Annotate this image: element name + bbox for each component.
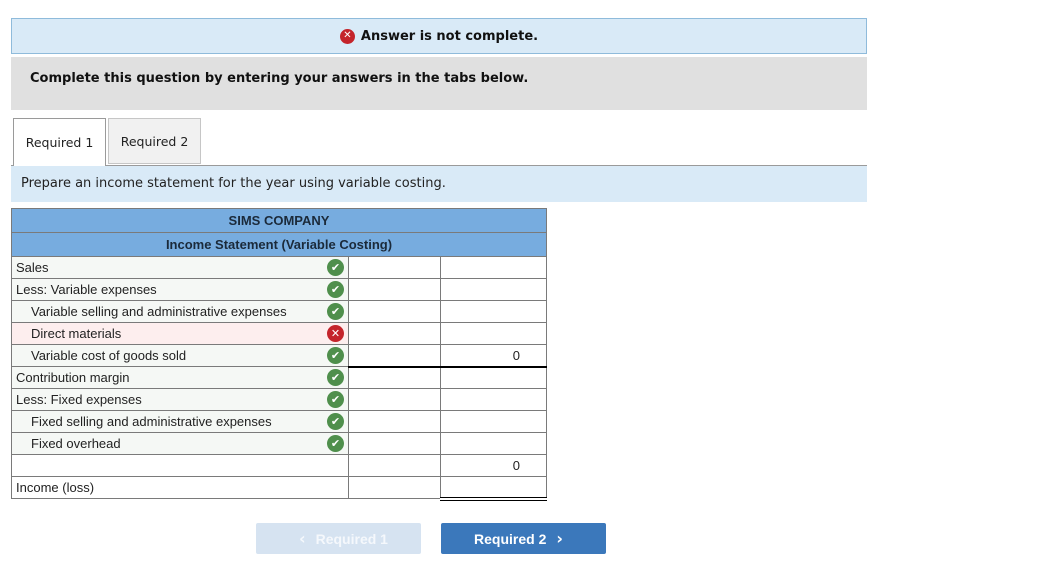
amount-input-col1[interactable] [348, 256, 441, 279]
row-label: Less: Fixed expenses [16, 392, 142, 407]
answer-status-banner: ✕ Answer is not complete. [11, 18, 867, 54]
row-label: Variable selling and administrative expe… [31, 304, 287, 319]
statement-row: 0 [11, 454, 547, 477]
statement-row: Less: Fixed expenses ✔ [11, 388, 547, 411]
check-circle-icon: ✔ [327, 281, 344, 298]
instructions-text: Complete this question by entering your … [30, 71, 529, 86]
row-label: Income (loss) [16, 480, 95, 495]
amount-input-col2[interactable]: 0 [440, 454, 547, 477]
amount-input-col2[interactable] [440, 410, 547, 433]
statement-title: Income Statement (Variable Costing) [11, 232, 547, 257]
statement-row: Income (loss) [11, 476, 547, 501]
x-circle-icon: ✕ [327, 325, 344, 342]
next-button-label: Required 2 [474, 530, 547, 547]
statement-row: Fixed overhead ✔ [11, 432, 547, 455]
amount-input-col1[interactable] [348, 410, 441, 433]
answer-status-text: Answer is not complete. [360, 28, 539, 44]
next-required-2-button[interactable]: Required 2 › [441, 523, 606, 554]
check-circle-icon: ✔ [327, 369, 344, 386]
income-statement-table: SIMS COMPANY Income Statement (Variable … [11, 208, 547, 501]
previous-button-label: Required 1 [315, 530, 388, 547]
check-circle-icon: ✔ [327, 391, 344, 408]
amount-input-col1[interactable] [348, 366, 441, 389]
row-label-cell[interactable] [11, 454, 349, 477]
row-label-cell[interactable]: Income (loss) [11, 476, 349, 499]
amount-input-col1[interactable] [348, 300, 441, 323]
amount-input-col2[interactable] [440, 256, 547, 279]
x-circle-icon: ✕ [339, 28, 355, 44]
row-label: Fixed overhead [31, 436, 121, 451]
amount-input-col2[interactable] [440, 476, 547, 501]
instructions-panel: Complete this question by entering your … [11, 57, 867, 110]
row-label: Sales [16, 260, 49, 275]
statement-row: Variable cost of goods sold ✔ 0 [11, 344, 547, 368]
row-label-cell[interactable]: Variable selling and administrative expe… [11, 300, 349, 323]
row-label-cell[interactable]: Direct materials ✕ [11, 322, 349, 345]
amount-input-col2[interactable] [440, 432, 547, 455]
tab-label: Required 2 [120, 133, 189, 149]
row-label-cell[interactable]: Sales ✔ [11, 256, 349, 279]
row-label: Less: Variable expenses [16, 282, 157, 297]
amount-input-col1[interactable] [348, 388, 441, 411]
statement-row: Contribution margin ✔ [11, 366, 547, 389]
tab-label: Required 1 [25, 135, 94, 150]
prompt-text: Prepare an income statement for the year… [21, 176, 446, 191]
check-circle-icon: ✔ [327, 413, 344, 430]
check-circle-icon: ✔ [327, 347, 344, 364]
row-label: Fixed selling and administrative expense… [31, 414, 272, 429]
amount-input-col2[interactable]: 0 [440, 344, 547, 368]
statement-row: Less: Variable expenses ✔ [11, 278, 547, 301]
tab-bar: Required 1 Required 2 [13, 118, 201, 166]
row-label-cell[interactable]: Fixed selling and administrative expense… [11, 410, 349, 433]
company-header-row: SIMS COMPANY [11, 208, 547, 233]
question-prompt: Prepare an income statement for the year… [11, 166, 867, 202]
chevron-right-icon: › [556, 529, 563, 548]
row-label-cell[interactable]: Contribution margin ✔ [11, 366, 349, 389]
amount-input-col2[interactable] [440, 366, 547, 389]
amount-input-col2[interactable] [440, 300, 547, 323]
amount-input-col1[interactable] [348, 476, 441, 499]
previous-required-1-button[interactable]: ‹ Required 1 [256, 523, 421, 554]
row-label-cell[interactable]: Fixed overhead ✔ [11, 432, 349, 455]
amount-input-col1[interactable] [348, 454, 441, 477]
row-label-cell[interactable]: Variable cost of goods sold ✔ [11, 344, 349, 367]
row-label-cell[interactable]: Less: Fixed expenses ✔ [11, 388, 349, 411]
amount-input-col1[interactable] [348, 344, 441, 368]
amount-input-col1[interactable] [348, 278, 441, 301]
row-label: Direct materials [31, 326, 122, 341]
statement-row: Direct materials ✕ [11, 322, 547, 345]
statement-row: Sales ✔ [11, 256, 547, 279]
amount-input-col2[interactable] [440, 388, 547, 411]
row-label: Contribution margin [16, 370, 130, 385]
check-circle-icon: ✔ [327, 303, 344, 320]
statement-title-row: Income Statement (Variable Costing) [11, 232, 547, 257]
tab-required-1[interactable]: Required 1 [13, 118, 106, 166]
check-circle-icon: ✔ [327, 435, 344, 452]
statement-row: Fixed selling and administrative expense… [11, 410, 547, 433]
statement-row: Variable selling and administrative expe… [11, 300, 547, 323]
amount-input-col2[interactable] [440, 278, 547, 301]
tab-required-2[interactable]: Required 2 [108, 118, 201, 164]
chevron-left-icon: ‹ [299, 529, 306, 548]
amount-input-col1[interactable] [348, 322, 441, 345]
company-name: SIMS COMPANY [11, 208, 547, 233]
row-label: Variable cost of goods sold [31, 348, 187, 363]
check-circle-icon: ✔ [327, 259, 344, 276]
amount-input-col1[interactable] [348, 432, 441, 455]
row-label-cell[interactable]: Less: Variable expenses ✔ [11, 278, 349, 301]
amount-input-col2[interactable] [440, 322, 547, 345]
